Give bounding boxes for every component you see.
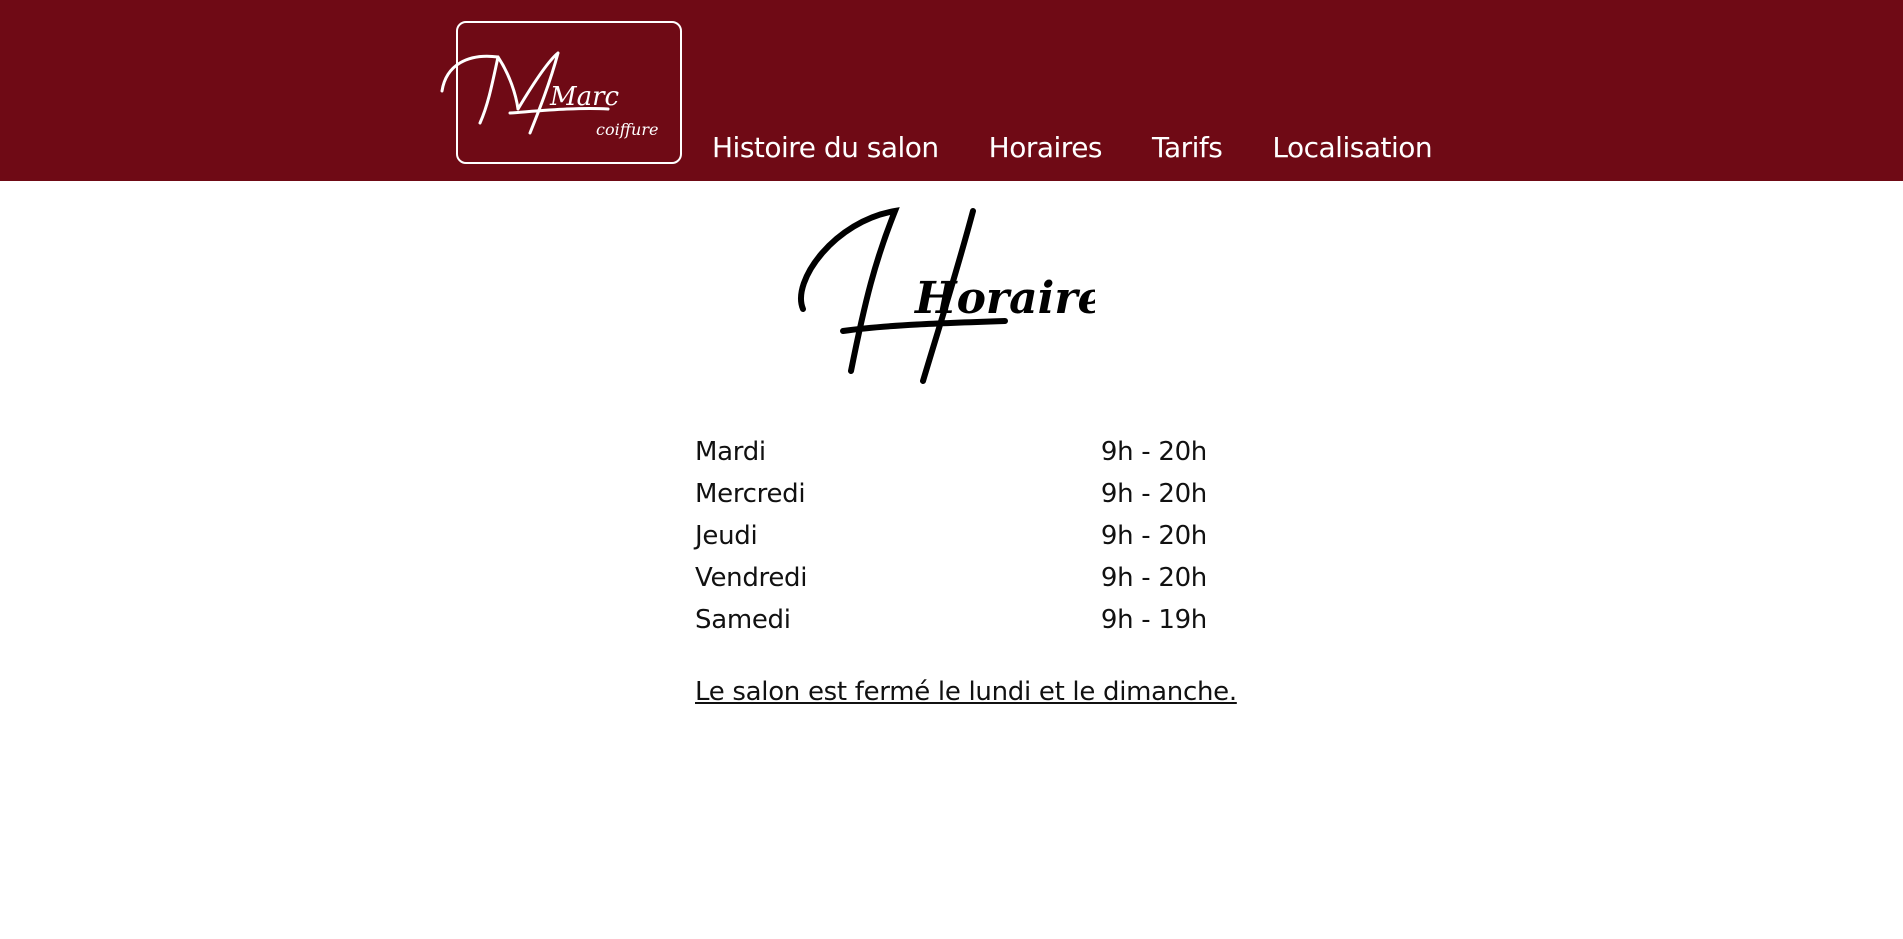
hours-time: 9h - 19h	[1100, 605, 1207, 635]
nav-link-histoire[interactable]: Histoire du salon	[712, 126, 939, 170]
hours-row: Mardi 9h - 20h	[695, 437, 1207, 479]
hours-day: Samedi	[695, 605, 791, 635]
page-title-script: Horaires	[798, 207, 1130, 384]
logo-text-coiffure: coiffure	[596, 120, 658, 139]
logo-text-marc: Marc	[549, 82, 620, 112]
nav-link-localisation[interactable]: Localisation	[1272, 126, 1432, 170]
hours-time: 9h - 20h	[1100, 437, 1207, 467]
closed-days-note: Le salon est fermé le lundi et le dimanc…	[695, 677, 1237, 707]
hours-day: Jeudi	[695, 521, 758, 551]
hours-row: Vendredi 9h - 20h	[695, 563, 1207, 605]
hours-time: 9h - 20h	[1100, 563, 1207, 593]
hours-row: Jeudi 9h - 20h	[695, 521, 1207, 563]
hours-day: Vendredi	[695, 563, 808, 593]
hours-day: Mercredi	[695, 479, 806, 509]
hours-day: Mardi	[695, 437, 766, 467]
site-header: Marc coiffure Histoire du salon Horaires…	[0, 0, 1903, 181]
opening-hours-table: Mardi 9h - 20h Mercredi 9h - 20h Jeudi 9…	[695, 437, 1207, 647]
logo-script-mark: Marc coiffure	[440, 51, 658, 139]
page-title-text: Horaires	[913, 273, 1095, 324]
hours-time: 9h - 20h	[1100, 521, 1207, 551]
hours-row: Samedi 9h - 19h	[695, 605, 1207, 647]
nav-link-horaires[interactable]: Horaires	[989, 126, 1103, 170]
hours-time: 9h - 20h	[1100, 479, 1207, 509]
salon-logo[interactable]: Marc coiffure	[440, 21, 682, 164]
nav-link-tarifs[interactable]: Tarifs	[1152, 126, 1223, 170]
hours-row: Mercredi 9h - 20h	[695, 479, 1207, 521]
main-navigation: Histoire du salon Horaires Tarifs Locali…	[712, 126, 1482, 170]
page-title: Horaires	[795, 201, 1130, 395]
